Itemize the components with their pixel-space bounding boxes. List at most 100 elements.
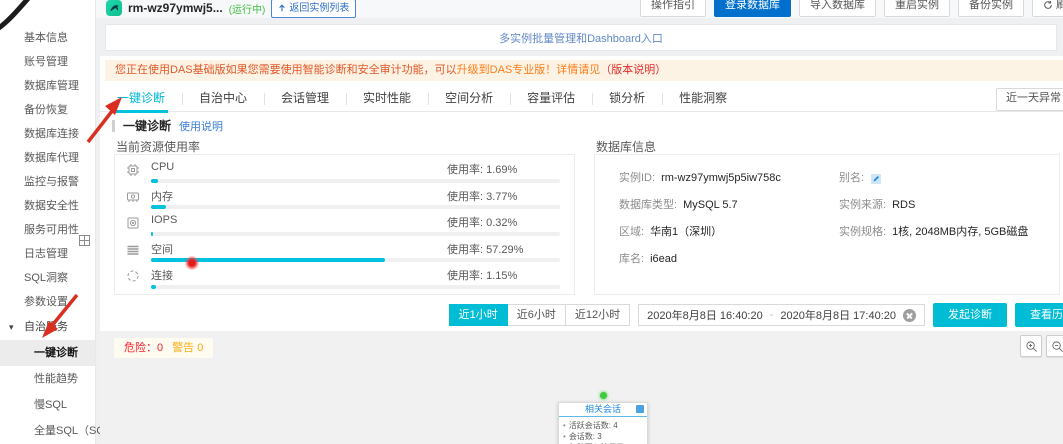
instance-spec-field: 实例规格: 1核, 2048MB内存, 5GB磁盘 bbox=[839, 219, 1059, 246]
main-content: 您正在使用DAS基础版如果您需要使用智能诊断和安全审计功能，可以升级到DAS专业… bbox=[100, 56, 1063, 444]
magnifier-plus-icon bbox=[1025, 340, 1037, 352]
memory-icon bbox=[125, 189, 141, 210]
iops-progress-fill bbox=[151, 231, 154, 236]
date-range-picker[interactable]: 2020年8月8日 16:40:20 - 2020年8月8日 17:40:20 bbox=[638, 304, 925, 326]
range-12h-button[interactable]: 近12小时 bbox=[564, 304, 631, 326]
tab-space-analysis[interactable]: 空间分析 bbox=[428, 87, 510, 111]
sidebar: 基本信息 账号管理 数据库管理 备份恢复 数据库连接 数据库代理 监控与报警 数… bbox=[0, 0, 144, 444]
tab-lock-analysis[interactable]: 锁分析 bbox=[592, 87, 662, 111]
refresh-label: 刷新 bbox=[1056, 0, 1063, 11]
instance-id-value: rm-wz97ymwj5p5iw758c bbox=[661, 172, 781, 184]
magnifier-minus-icon bbox=[1051, 340, 1063, 352]
upgrade-das-pro-link[interactable]: 升级到DAS专业版！详情请见 bbox=[457, 64, 601, 76]
open-detail-icon[interactable] bbox=[636, 405, 644, 413]
iops-disk-icon bbox=[125, 215, 141, 236]
tooltip-item: 会话数: 3 bbox=[563, 431, 643, 442]
instance-status-running: (运行中) bbox=[228, 4, 266, 16]
resource-row-connections: 连接 使用率: 1.15% bbox=[125, 265, 564, 292]
resource-usage-title: 当前资源使用率 bbox=[116, 140, 201, 154]
back-to-instance-list-button[interactable]: 返回实例列表 bbox=[271, 0, 357, 18]
tab-one-click-diagnosis[interactable]: 一键诊断 bbox=[100, 87, 182, 113]
resource-label: IOPS bbox=[151, 214, 178, 226]
tab-autonomy-center[interactable]: 自治中心 bbox=[182, 87, 264, 111]
resource-usage-card: CPU 使用率: 1.69% 内存 使用率: 3.77% IOPS 使用率: 0… bbox=[114, 154, 575, 295]
db-info-row: 库名: i6ead bbox=[619, 246, 1059, 273]
instance-id-field: 实例ID: rm-wz97ymwj5p5iw758c bbox=[619, 165, 839, 192]
resource-row-iops: IOPS 使用率: 0.32% bbox=[125, 212, 564, 239]
topology-instance-node[interactable] bbox=[600, 392, 607, 399]
time-controls: 近1小时 近6小时 近12小时 2020年8月8日 16:40:20 - 202… bbox=[448, 303, 1063, 327]
sidebar-item-data-security[interactable]: 数据安全性 bbox=[0, 194, 95, 218]
operation-guide-button[interactable]: 操作指引 bbox=[640, 0, 706, 17]
sidebar-item-database-management[interactable]: 数据库管理 bbox=[0, 74, 95, 98]
multi-instance-dashboard-link[interactable]: 多实例批量管理和Dashboard入口 bbox=[499, 30, 663, 46]
resource-row-memory: 内存 使用率: 3.77% bbox=[125, 186, 564, 213]
tab-capacity-evaluation[interactable]: 容量评估 bbox=[510, 87, 592, 111]
time-range-group: 近1小时 近6小时 近12小时 bbox=[448, 304, 631, 326]
connection-icon bbox=[125, 268, 141, 289]
refresh-button[interactable]: 刷新 bbox=[1032, 0, 1063, 17]
storage-icon bbox=[125, 242, 141, 263]
tab-session-management[interactable]: 会话管理 bbox=[264, 87, 346, 111]
resource-usage-value: 使用率: 1.69% bbox=[447, 164, 518, 176]
mysql-dolphin-icon bbox=[106, 0, 122, 16]
tab-performance-insight[interactable]: 性能洞察 bbox=[662, 87, 744, 111]
view-history-button[interactable]: 查看历史 bbox=[1015, 303, 1063, 327]
end-time-value: 2020年8月8日 17:40:20 bbox=[780, 310, 896, 322]
db-name-field: 库名: i6ead bbox=[619, 246, 843, 273]
cpu-progress-bar bbox=[151, 178, 560, 183]
clear-date-icon[interactable] bbox=[903, 308, 916, 322]
sidebar-item-database-proxy[interactable]: 数据库代理 bbox=[0, 146, 95, 170]
caret-down-icon: ▾ bbox=[9, 322, 14, 332]
sidebar-item-performance-trends[interactable]: 性能趋势 bbox=[0, 366, 95, 392]
sidebar-group-label: 自治服务 bbox=[24, 321, 68, 333]
sidebar-item-monitoring-alerts[interactable]: 监控与报警 bbox=[0, 170, 95, 194]
tab-realtime-performance[interactable]: 实时性能 bbox=[346, 87, 428, 111]
usage-doc-link[interactable]: 使用说明 bbox=[179, 118, 223, 134]
diagnosis-result-panel: 危险：0 警告 0 相关会话 活跃会话数: 4 会话数: 3 每秒写入流量数: … bbox=[100, 331, 1063, 444]
restart-instance-button[interactable]: 重启实例 bbox=[884, 0, 950, 17]
resource-row-cpu: CPU 使用率: 1.69% bbox=[125, 159, 564, 186]
memory-progress-fill bbox=[151, 205, 167, 209]
resource-usage-value: 使用率: 1.15% bbox=[447, 270, 518, 282]
range-1h-button[interactable]: 近1小时 bbox=[448, 304, 508, 326]
sidebar-item-slow-sql[interactable]: 慢SQL bbox=[0, 392, 95, 418]
sidebar-item-backup-restore[interactable]: 备份恢复 bbox=[0, 98, 95, 122]
resource-usage-value: 使用率: 3.77% bbox=[447, 190, 518, 203]
field-label: 库名: bbox=[619, 253, 645, 265]
node-tooltip: 相关会话 活跃会话数: 4 会话数: 3 每秒写入流量数: 97KB bbox=[558, 402, 649, 444]
edit-alias-icon[interactable] bbox=[870, 173, 882, 185]
zoom-in-button[interactable] bbox=[1020, 335, 1042, 357]
field-label: 别名: bbox=[839, 172, 865, 184]
field-label: 实例ID: bbox=[619, 172, 656, 184]
sidebar-item-basic-info[interactable]: 基本信息 bbox=[0, 26, 95, 50]
sidebar-item-one-click-diagnosis[interactable]: 一键诊断 bbox=[0, 340, 95, 366]
cpu-icon bbox=[125, 162, 141, 183]
sidebar-item-database-connection[interactable]: 数据库连接 bbox=[0, 122, 95, 146]
import-database-button[interactable]: 导入数据库 bbox=[799, 0, 876, 17]
version-notes-link[interactable]: （版本说明） bbox=[600, 64, 666, 76]
backup-instance-button[interactable]: 备份实例 bbox=[958, 0, 1024, 17]
login-database-button[interactable]: 登录数据库 bbox=[714, 0, 791, 17]
start-diagnosis-button[interactable]: 发起诊断 bbox=[933, 303, 1007, 327]
recent-day-anomaly-button[interactable]: 近一天异常 bbox=[996, 88, 1063, 111]
field-label: 数据库类型: bbox=[619, 199, 678, 211]
sidebar-item-full-sql[interactable]: 全量SQL（SQL统计） bbox=[0, 418, 144, 444]
sidebar-item-account-management[interactable]: 账号管理 bbox=[0, 50, 95, 74]
sidebar-item-parameter-settings[interactable]: 参数设置 bbox=[0, 290, 95, 314]
range-6h-button[interactable]: 近6小时 bbox=[506, 304, 566, 326]
sidebar-group-autonomy-service[interactable]: ▾ 自治服务 bbox=[0, 314, 95, 340]
resource-usage-value: 使用率: 0.32% bbox=[447, 217, 518, 229]
storage-progress-bar bbox=[151, 258, 560, 262]
instance-name: rm-wz97ymwj5... bbox=[128, 1, 223, 15]
sidebar-collapse-icon[interactable] bbox=[79, 235, 90, 246]
field-label: 区域: bbox=[619, 226, 645, 238]
cpu-progress-fill bbox=[151, 178, 158, 183]
back-button-label: 返回实例列表 bbox=[289, 2, 350, 14]
instance-header: rm-wz97ymwj5... (运行中) 返回实例列表 bbox=[106, 0, 357, 20]
sidebar-item-sql-insight[interactable]: SQL洞察 bbox=[0, 266, 95, 290]
zoom-out-button[interactable] bbox=[1046, 335, 1063, 357]
section-title: 一键诊断 bbox=[123, 119, 172, 133]
diagnosis-status-chip: 危险：0 警告 0 bbox=[114, 338, 214, 358]
db-name-value: i6ead bbox=[650, 253, 677, 265]
